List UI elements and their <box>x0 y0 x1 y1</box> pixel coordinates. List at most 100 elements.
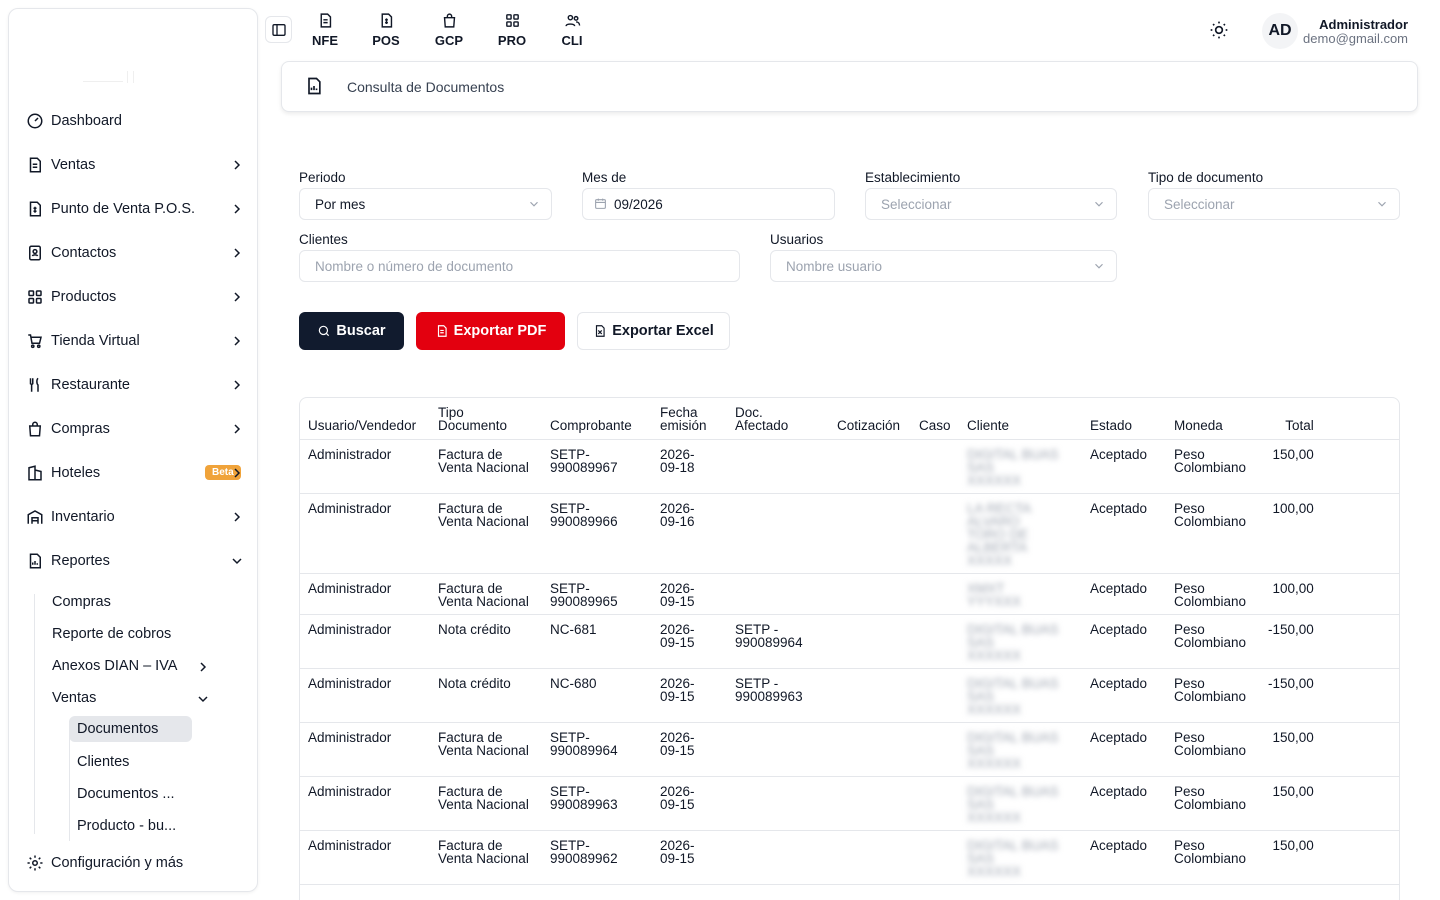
tab-cli[interactable]: CLI <box>552 12 592 48</box>
establecimiento-select[interactable]: Seleccionar <box>865 188 1117 220</box>
exportar-excel-button[interactable]: Exportar Excel <box>577 312 730 350</box>
sub-item-producto[interactable]: Producto - bu... <box>77 813 176 839</box>
buscar-button[interactable]: Buscar <box>299 312 404 350</box>
cell-tipo: Factura de Venta Nacional <box>430 722 542 777</box>
sidebar-item-compras[interactable]: Compras <box>25 414 249 444</box>
sub-item-compras[interactable]: Compras <box>52 589 111 615</box>
tab-nfe[interactable]: NFE <box>305 12 345 48</box>
usuarios-label: Usuarios <box>770 232 824 247</box>
col-estado[interactable]: Estado <box>1082 398 1166 440</box>
sub-item-documentos-2[interactable]: Documentos ... <box>77 781 175 807</box>
chevron-down-icon <box>1092 197 1106 211</box>
breadcrumb: Consulta de Documentos <box>281 61 1418 112</box>
cell-estado: Aceptado <box>1082 493 1166 574</box>
cell-cotizacion <box>829 493 911 574</box>
sidebar-item-label: Tienda Virtual <box>51 333 140 349</box>
theme-toggle-button[interactable] <box>1209 20 1231 42</box>
col-fecha[interactable]: Fecha emisión <box>652 398 727 440</box>
sub-item-ventas[interactable]: Ventas <box>52 685 96 711</box>
table-row[interactable]: Administrador Factura de Venta Nacional SET… <box>300 493 1399 574</box>
cell-moneda: Peso Colombiano <box>1166 668 1260 723</box>
col-moneda[interactable]: Moneda <box>1166 398 1260 440</box>
exportar-pdf-button[interactable]: Exportar PDF <box>416 312 565 350</box>
calendar-icon <box>594 197 608 211</box>
col-comprobante[interactable]: Comprobante <box>542 398 652 440</box>
sub-item-anexos-dian[interactable]: Anexos DIAN – IVA <box>52 653 177 679</box>
sidebar-item-hoteles[interactable]: Hoteles Beta <box>25 458 249 488</box>
cell-comprobante: SETP- 990089965 <box>542 573 652 615</box>
cell-usuario: Administrador <box>300 439 430 494</box>
table-row[interactable]: Administrador Nota crédito NC-680 2026- 09-1… <box>300 668 1399 723</box>
sub-item-reporte-cobros[interactable]: Reporte de cobros <box>52 621 171 647</box>
sub-item-clientes[interactable]: Clientes <box>77 749 129 775</box>
cell-comprobante: SETP- 990089963 <box>542 776 652 831</box>
cell-afectado: SETP -990089963 <box>727 668 829 723</box>
sidebar-item-tienda-virtual[interactable]: Tienda Virtual <box>25 326 249 356</box>
cell-estado: Aceptado <box>1082 776 1166 831</box>
sidebar-item-label: Productos <box>51 289 117 305</box>
cell-cotizacion <box>829 668 911 723</box>
table-row[interactable]: Administrador Factura de Venta Nacional SET… <box>300 830 1399 885</box>
cell-cliente: DIGITAL BUAS SAS XXXXXX <box>959 722 1082 777</box>
sub-item-documentos[interactable]: Documentos <box>69 716 192 742</box>
col-doc-afectado[interactable]: Doc. Afectado <box>727 398 829 440</box>
chevron-down-icon <box>195 691 211 707</box>
tab-pro[interactable]: PRO <box>492 12 532 48</box>
cell-usuario: Administrador <box>300 573 430 615</box>
cell-moneda: Peso Colombiano <box>1166 573 1260 615</box>
sidebar-item-dashboard[interactable]: Dashboard <box>25 106 249 136</box>
sidebar-item-label: Ventas <box>51 157 96 173</box>
sidebar-item-inventario[interactable]: Inventario <box>25 502 249 532</box>
sidebar-item-ventas[interactable]: Ventas <box>25 150 249 180</box>
cell-cotizacion <box>829 573 911 615</box>
col-total[interactable]: Total <box>1260 398 1322 440</box>
cell-afectado <box>727 573 829 615</box>
cell-total: 150,00 <box>1260 830 1322 885</box>
col-cotizacion[interactable]: Cotización <box>829 398 911 440</box>
cell-cotizacion <box>829 722 911 777</box>
cell-total: 150,00 <box>1260 439 1322 494</box>
clientes-input[interactable]: Nombre o número de documento <box>299 250 740 282</box>
cell-afectado <box>727 722 829 777</box>
cell-usuario: Administrador <box>300 776 430 831</box>
periodo-select[interactable]: Por mes <box>299 188 552 220</box>
cell-spacer <box>1321 830 1399 885</box>
chevron-down-icon <box>1375 197 1389 211</box>
sidebar: Dashboard Ventas Punto de Venta P.O.S. C… <box>8 8 258 892</box>
cell-moneda: Peso Colombiano <box>1166 614 1260 669</box>
cell-estado: Aceptado <box>1082 668 1166 723</box>
sidebar-toggle-button[interactable] <box>265 16 292 43</box>
tipo-documento-select[interactable]: Seleccionar <box>1148 188 1400 220</box>
excel-icon <box>596 325 605 337</box>
sidebar-item-reportes[interactable]: Reportes <box>25 546 249 576</box>
table-row[interactable]: Administrador Nota crédito NC-681 2026- 09-1… <box>300 614 1399 669</box>
gear-icon <box>25 853 45 873</box>
clientes-label: Clientes <box>299 232 348 247</box>
mes-date-input[interactable]: 09/2026 <box>582 188 835 220</box>
avatar[interactable]: AD <box>1262 13 1298 49</box>
cell-caso <box>911 668 959 723</box>
page-title: Consulta de Documentos <box>347 79 505 95</box>
sidebar-item-pos[interactable]: Punto de Venta P.O.S. <box>25 194 249 224</box>
col-tipo[interactable]: Tipo Documento <box>430 398 542 440</box>
col-usuario[interactable]: Usuario/Vendedor <box>300 398 430 440</box>
sidebar-item-contactos[interactable]: Contactos <box>25 238 249 268</box>
table-row[interactable]: Administrador Factura de Venta Nacional SET… <box>300 722 1399 777</box>
table-row[interactable]: Administrador Factura de Venta Nacional SET… <box>300 776 1399 831</box>
col-cliente[interactable]: Cliente <box>959 398 1082 440</box>
sidebar-item-label: Compras <box>51 421 110 437</box>
col-caso[interactable]: Caso <box>911 398 959 440</box>
usuarios-select[interactable]: Nombre usuario <box>770 250 1117 282</box>
cell-total: -150,00 <box>1260 668 1322 723</box>
sidebar-item-configuracion[interactable]: Configuración y más <box>25 848 249 878</box>
table-row[interactable]: Administrador Factura de Venta Nacional SET… <box>300 573 1399 615</box>
cell-afectado <box>727 493 829 574</box>
tab-pos[interactable]: POS <box>366 12 406 48</box>
cell-moneda: Peso Colombiano <box>1166 776 1260 831</box>
chevron-right-icon <box>229 289 245 305</box>
sidebar-item-restaurante[interactable]: Restaurante <box>25 370 249 400</box>
table-row[interactable]: Administrador Factura de Venta Nacional SET… <box>300 439 1399 494</box>
sidebar-item-productos[interactable]: Productos <box>25 282 249 312</box>
tipo-documento-label: Tipo de documento <box>1148 170 1264 185</box>
tab-gcp[interactable]: GCP <box>429 12 469 48</box>
